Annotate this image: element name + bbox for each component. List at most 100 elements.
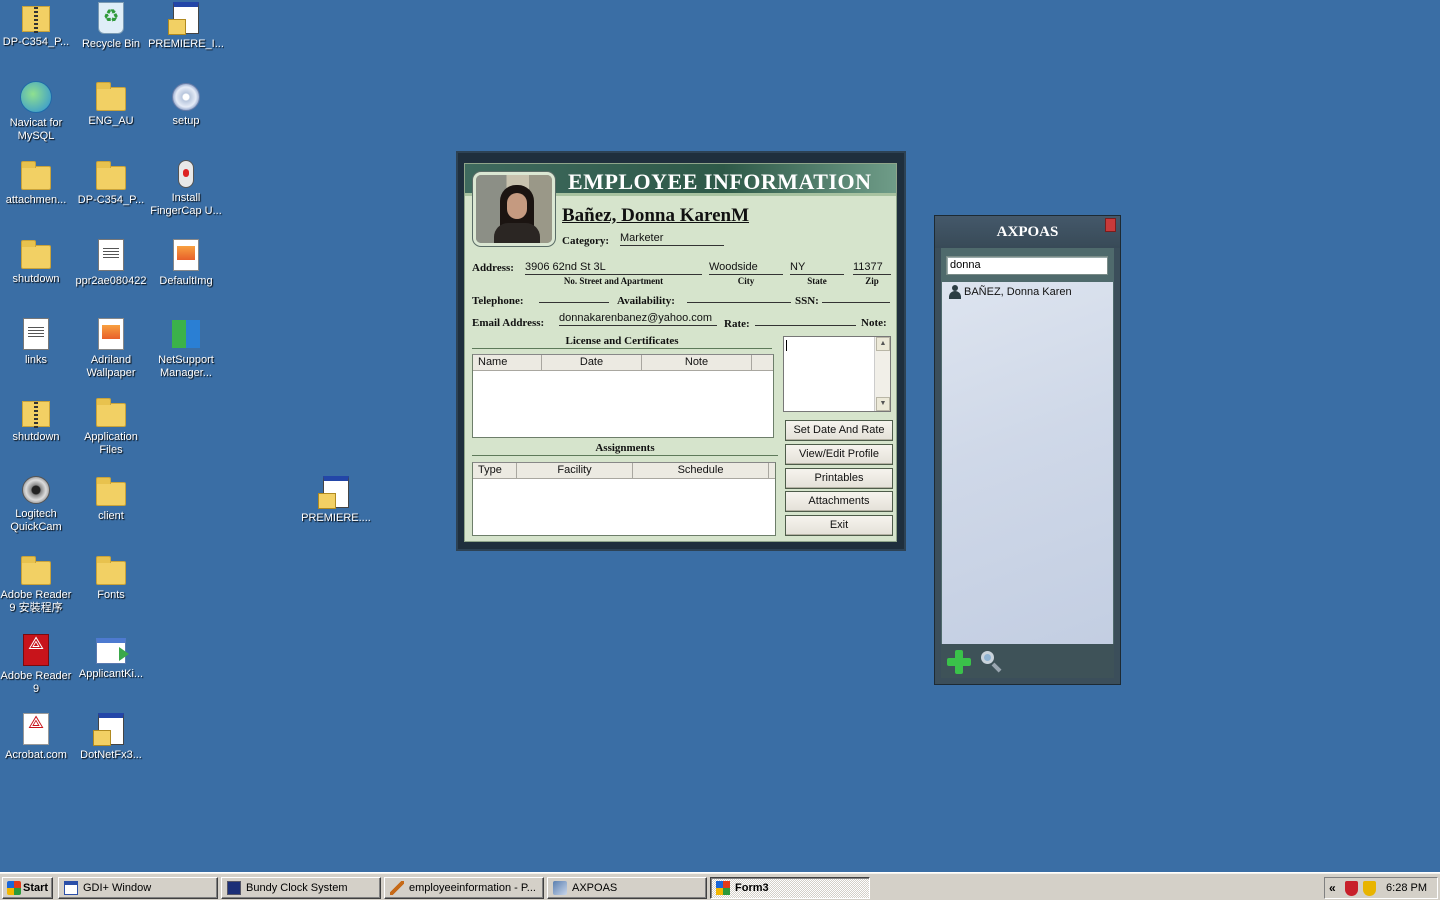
search-results-list[interactable]: BAÑEZ, Donna Karen — [942, 282, 1113, 644]
acrobat-icon — [23, 713, 49, 745]
setup-window-icon — [93, 713, 124, 746]
desktop-icon-fonts[interactable]: Fonts — [73, 555, 149, 602]
assignments-col-type[interactable]: Type — [473, 463, 517, 478]
webcam-icon — [22, 476, 50, 504]
folder-icon — [21, 161, 51, 190]
desktop-icon-dotnetfx[interactable]: DotNetFx3... — [73, 713, 149, 762]
desktop-icon-shutdown-zip[interactable]: shutdown — [0, 397, 74, 444]
image-icon — [98, 318, 124, 350]
desktop-icon-application-files[interactable]: Application Files — [73, 397, 149, 457]
desktop-icon-recycle-bin[interactable]: Recycle Bin — [73, 2, 149, 51]
list-item[interactable]: BAÑEZ, Donna Karen — [946, 284, 1072, 300]
taskbar-clock[interactable]: 6:28 PM — [1386, 881, 1427, 895]
windows-logo-icon — [7, 881, 21, 895]
adobe-reader-icon — [23, 634, 49, 666]
zip-caption: Zip — [865, 276, 879, 286]
desktop-icon-adobe-reader-installer[interactable]: Adobe Reader 9 安裝程序 — [0, 555, 74, 615]
ssn-field — [822, 302, 890, 303]
desktop-icon-eng-au[interactable]: ENG_AU — [73, 81, 149, 128]
desktop-icon-dp-c354-folder[interactable]: DP-C354_P... — [73, 160, 149, 207]
rate-field — [755, 325, 856, 326]
taskbar-button-paint[interactable]: employeeinformation - P... — [384, 877, 544, 899]
application-icon — [96, 638, 129, 664]
desktop-icon-adobe-reader[interactable]: Adobe Reader 9 — [0, 634, 74, 696]
clock-app-icon — [227, 881, 241, 895]
netsupport-icon — [170, 318, 202, 350]
employee-information-window: EMPLOYEE INFORMATION Bañez, Donna KarenM… — [456, 151, 906, 551]
desktop-icon-premiere-1[interactable]: PREMIERE_I... — [148, 2, 224, 51]
desktop-icon-links[interactable]: links — [0, 318, 74, 367]
desktop-icon-applicantki[interactable]: ApplicantKi... — [73, 634, 149, 681]
employee-form-panel: EMPLOYEE INFORMATION Bañez, Donna KarenM… — [464, 163, 897, 542]
desktop-icon-adriland[interactable]: Adriland Wallpaper — [73, 318, 149, 380]
assignments-col-schedule[interactable]: Schedule — [633, 463, 769, 478]
category-value: Marketer — [620, 232, 724, 246]
license-col-date[interactable]: Date — [542, 355, 642, 370]
email-label: Email Address: — [472, 317, 545, 329]
email-value: donnakarenbanez@yahoo.com — [559, 312, 717, 326]
desktop-icon-acrobat[interactable]: Acrobat.com — [0, 713, 74, 762]
scroll-up-icon[interactable]: ▲ — [876, 337, 890, 351]
folder-icon — [96, 398, 126, 427]
employee-name: Bañez, Donna KarenM — [562, 205, 750, 226]
desktop-icon-ppr2ae[interactable]: ppr2ae080422 — [73, 239, 149, 288]
rate-label: Rate: — [724, 318, 750, 330]
folder-icon — [96, 161, 126, 190]
zip-folder-icon — [22, 401, 50, 428]
folder-icon — [96, 82, 126, 111]
scroll-down-icon[interactable]: ▼ — [876, 397, 890, 411]
security-shield-icon[interactable] — [1345, 881, 1358, 896]
city-value: Woodside — [709, 261, 783, 275]
license-grid[interactable]: Name Date Note — [472, 354, 774, 438]
attachments-button[interactable]: Attachments — [785, 491, 893, 512]
start-button[interactable]: Start — [2, 877, 53, 899]
desktop-icon-logitech[interactable]: Logitech QuickCam — [0, 476, 74, 534]
gdi-window-icon — [64, 881, 78, 895]
desktop-icon-fingercap[interactable]: Install FingerCap U... — [148, 160, 224, 218]
tray-expand-icon[interactable]: « — [1329, 881, 1336, 895]
navicat-icon — [20, 81, 52, 113]
paint-icon — [390, 881, 404, 895]
taskbar-button-gdi-window[interactable]: GDI+ Window — [58, 877, 218, 899]
desktop-icon-defaultimg[interactable]: DefaultImg — [148, 239, 224, 288]
taskbar: Start GDI+ Window Bundy Clock System emp… — [0, 872, 1440, 900]
desktop-icon-attachments[interactable]: attachmen... — [0, 160, 74, 207]
axpoas-title: AXPOAS — [935, 216, 1120, 248]
printables-button[interactable]: Printables — [785, 468, 893, 489]
assignments-grid[interactable]: Type Facility Schedule — [472, 462, 776, 536]
close-icon[interactable] — [1105, 218, 1116, 232]
telephone-field — [539, 302, 609, 303]
assignments-col-facility[interactable]: Facility — [517, 463, 633, 478]
form-icon — [716, 881, 730, 895]
desktop-icon-premiere-2[interactable]: PREMIERE.... — [298, 476, 374, 525]
desktop-icon-setup[interactable]: setup — [148, 81, 224, 128]
taskbar-button-form3[interactable]: Form3 — [710, 877, 870, 899]
security-alert-icon[interactable] — [1363, 881, 1376, 896]
desktop-icon-client[interactable]: client — [73, 476, 149, 523]
desktop-icon-shutdown-folder[interactable]: shutdown — [0, 239, 74, 286]
license-section-title: License and Certificates — [472, 335, 772, 349]
text-caret — [786, 340, 787, 351]
usb-mouse-icon — [178, 160, 194, 188]
exit-button[interactable]: Exit — [785, 515, 893, 536]
add-employee-icon[interactable] — [947, 650, 971, 674]
desktop-icon-dp-c354-zip[interactable]: DP-C354_P... — [0, 2, 74, 49]
axpoas-toolbar — [941, 644, 1114, 678]
category-label: Category: — [562, 235, 610, 247]
set-date-rate-button[interactable]: Set Date And Rate — [785, 420, 893, 441]
search-icon[interactable] — [979, 650, 1005, 674]
desktop-icon-netsupport[interactable]: NetSupport Manager... — [148, 318, 224, 380]
street-caption: No. Street and Apartment — [563, 276, 664, 286]
taskbar-button-bundy-clock[interactable]: Bundy Clock System — [221, 877, 381, 899]
employee-search-input[interactable]: donna — [946, 256, 1108, 275]
desktop-icon-navicat[interactable]: Navicat for MySQL — [0, 81, 74, 143]
view-edit-profile-button[interactable]: View/Edit Profile — [785, 444, 893, 465]
license-col-note[interactable]: Note — [642, 355, 752, 370]
state-caption: State — [807, 276, 827, 286]
system-tray: « 6:28 PM — [1324, 877, 1438, 899]
license-col-name[interactable]: Name — [473, 355, 542, 370]
zip-value: 11377 — [853, 261, 891, 275]
note-scrollbar[interactable]: ▲ ▼ — [874, 337, 890, 411]
taskbar-button-axpoas[interactable]: AXPOAS — [547, 877, 707, 899]
note-textarea[interactable]: ▲ ▼ — [783, 336, 891, 412]
